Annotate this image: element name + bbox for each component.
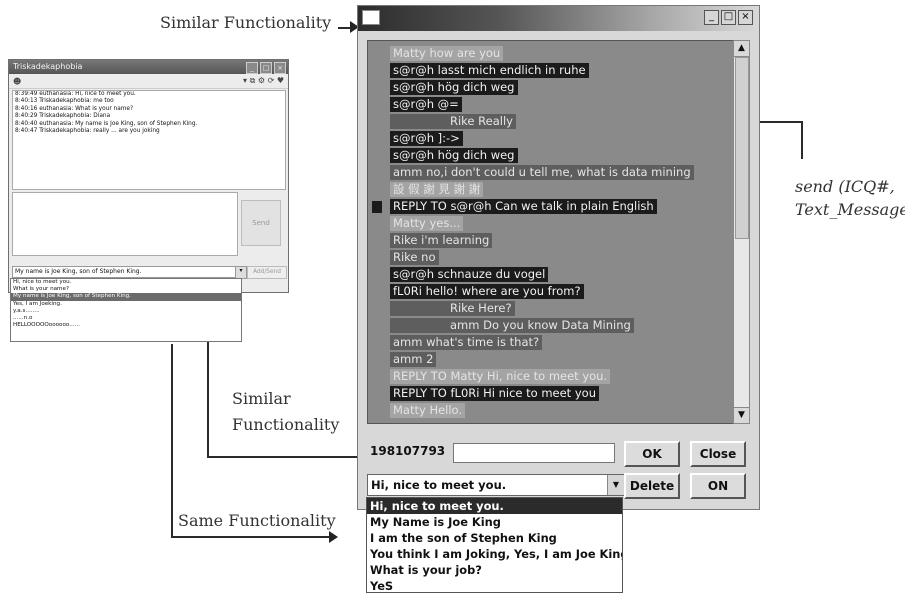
chat-message: REPLY TO Matty Hi, nice to meet you.	[390, 369, 611, 384]
small-chat-window: Triskadekaphobia _ □ × ☻ ▾ ⧉ ⚙ ⟳ ♥ 8:39:…	[8, 59, 289, 293]
list-item[interactable]: My Name is Joe King	[367, 514, 622, 530]
list-item[interactable]: Yes, I am Joeking.	[11, 301, 241, 308]
list-item[interactable]: Hi, nice to meet you.	[11, 279, 241, 286]
list-item[interactable]: What is your job?	[367, 562, 622, 578]
connector-line	[171, 536, 331, 538]
chat-line: 8:40:16 euthanasia: What is your name?	[15, 105, 134, 112]
chat-message: REPLY TO s@r@h Can we talk in plain Engl…	[390, 199, 657, 214]
scroll-up-icon[interactable]: ▲	[734, 41, 749, 57]
list-item[interactable]: I am the son of Stephen King	[367, 530, 622, 546]
big-chat-window: _ □ × Matty how are you s@r@h lasst mich…	[357, 5, 760, 510]
connector-line	[801, 121, 803, 159]
app-icon	[362, 10, 380, 25]
label-similar-mid-1: Similar	[232, 389, 291, 408]
small-window-title: Triskadekaphobia	[13, 62, 83, 71]
chat-message: Rike Really	[390, 114, 516, 129]
ok-button[interactable]: OK	[624, 441, 680, 467]
chat-message: amm Do you know Data Mining	[390, 318, 634, 333]
chat-message: s@r@h hög dich weg	[390, 148, 518, 163]
icq-number: 198107793	[370, 444, 446, 458]
small-chat-log: 8:39:49 euthanasia: Hi, nice to meet you…	[12, 90, 286, 190]
on-button[interactable]: ON	[690, 473, 746, 499]
chat-message: amm what's time is that?	[390, 335, 543, 350]
chat-message: s@r@h hög dich weg	[390, 80, 518, 95]
chat-line: 8:39:49 euthanasia: Hi, nice to meet you…	[15, 91, 136, 97]
list-item[interactable]: HELLOOOOOoooooo......	[11, 322, 241, 329]
message-input[interactable]	[453, 443, 615, 463]
phrase-list: Hi, nice to meet you. My Name is Joe Kin…	[366, 497, 623, 593]
send-fn-args-1: (ICQ#,	[838, 177, 895, 196]
chat-line: 8:40:29 Triskadekaphobia: Diana	[15, 113, 111, 120]
chat-message: amm no,i don't could u tell me, what is …	[390, 165, 694, 180]
small-send-button[interactable]: Send	[241, 200, 281, 246]
user-icon[interactable]: ☻	[13, 77, 21, 86]
close-button[interactable]: Close	[690, 441, 746, 467]
chat-message: s@r@h @=	[390, 97, 462, 112]
maximize-icon[interactable]: □	[260, 62, 272, 74]
send-fn-name: send	[795, 177, 834, 196]
close-icon[interactable]: ×	[738, 10, 753, 25]
list-item[interactable]: ......n.o	[11, 315, 241, 322]
scroll-down-icon[interactable]: ▼	[734, 407, 749, 423]
chat-message: Rike i'm learning	[390, 233, 493, 248]
chevron-down-icon[interactable]: ▼	[607, 475, 624, 495]
scroll-thumb[interactable]	[735, 57, 749, 239]
reply-marker-icon	[372, 201, 382, 213]
chat-message: s@r@h schnauze du vogel	[390, 267, 549, 282]
small-window-titlebar: Triskadekaphobia _ □ ×	[9, 60, 288, 74]
chat-message: REPLY TO fL0Ri Hi nice to meet you	[390, 386, 599, 401]
chat-message: 設 假 謝 見 謝 謝	[390, 182, 484, 197]
minimize-icon[interactable]: _	[704, 10, 719, 25]
small-message-input[interactable]	[12, 192, 238, 256]
chat-message: Matty Hello.	[390, 403, 466, 418]
label-same-functionality: Same Functionality	[178, 511, 336, 530]
list-item[interactable]: What is your name?	[11, 286, 241, 293]
list-item[interactable]: You think I am Joking, Yes, I am Joe Kin…	[367, 546, 622, 562]
chat-message: fL0Ri hello! where are you from?	[390, 284, 584, 299]
chat-message: s@r@h ]:->	[390, 131, 463, 146]
list-item-selected[interactable]: Hi, nice to meet you.	[367, 498, 622, 514]
chat-scrollbar[interactable]: ▲ ▼	[733, 40, 750, 424]
small-phrase-list: Hi, nice to meet you. What is your name?…	[10, 278, 242, 342]
label-similar-functionality-top: Similar Functionality	[160, 13, 332, 32]
list-item[interactable]: y.a.s........	[11, 308, 241, 315]
close-icon[interactable]: ×	[274, 62, 286, 74]
small-phrase-combo[interactable]: My name is Joe King, son of Stephen King…	[12, 266, 246, 278]
big-chat-log: Matty how are you s@r@h lasst mich endli…	[367, 40, 735, 424]
chat-line: 8:40:13 Triskadekaphobia: me too	[15, 98, 114, 105]
minimize-icon[interactable]: _	[246, 62, 258, 74]
chat-message: Rike Here?	[390, 301, 515, 316]
arrowhead-icon	[329, 531, 338, 543]
chat-line: 8:40:47 Triskadekaphobia: really ... are…	[15, 128, 160, 135]
small-window-toolbar: ☻ ▾ ⧉ ⚙ ⟳ ♥	[9, 74, 288, 89]
chat-message: Rike no	[390, 250, 439, 265]
toolbar-icons[interactable]: ▾ ⧉ ⚙ ⟳ ♥	[243, 76, 284, 86]
maximize-icon[interactable]: □	[721, 10, 736, 25]
chat-message: amm 2	[390, 352, 437, 367]
label-similar-mid-2: Functionality	[232, 415, 340, 434]
chat-message: Matty yes...	[390, 216, 464, 231]
connector-line	[171, 344, 173, 537]
small-add-send-button[interactable]: Add/Send	[247, 266, 287, 279]
chat-message: Matty how are you	[390, 46, 504, 61]
send-function-label: send (ICQ#,	[795, 177, 895, 196]
big-window-titlebar: _ □ ×	[358, 6, 759, 31]
delete-button[interactable]: Delete	[624, 473, 680, 499]
list-item-selected[interactable]: My name is Joe King, son of Stephen King…	[11, 293, 241, 301]
send-fn-args-2: Text_Message)	[795, 200, 905, 219]
chat-line: 8:40:40 euthanasia: My name is Joe King,…	[15, 120, 198, 127]
phrase-combo-value: Hi, nice to meet you.	[371, 478, 507, 492]
chat-message: s@r@h lasst mich endlich in ruhe	[390, 63, 589, 78]
phrase-combo[interactable]: Hi, nice to meet you. ▼	[367, 474, 625, 496]
